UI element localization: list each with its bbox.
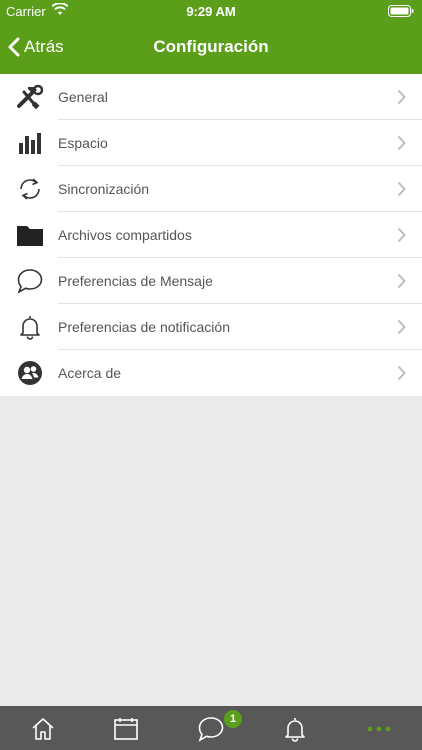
unread-badge: 1 [224,710,242,728]
tab-notifications[interactable] [280,714,310,744]
settings-item-general[interactable]: General [0,74,422,120]
tab-bar [0,706,422,750]
settings-item-label: Espacio [58,135,108,151]
navigation-header: Carrier 9:29 AM Atrás Configuración [0,0,422,74]
tab-home[interactable] [28,714,58,744]
settings-item-sync[interactable]: Sincronización [0,166,422,212]
settings-list: General Espacio Sincronización Archivos … [0,74,422,396]
settings-item-notification-preferences[interactable]: Preferencias de notificación [0,304,422,350]
chevron-right-icon [397,181,406,202]
chevron-right-icon [397,319,406,340]
settings-item-label: Acerca de [58,365,122,381]
bell-icon [16,314,44,340]
settings-item-storage[interactable]: Espacio [0,120,422,166]
page-title: Configuración [153,37,269,56]
tab-messages[interactable] [196,714,226,744]
chevron-right-icon [397,227,406,248]
chat-bubble-icon [16,268,44,294]
users-icon [16,360,44,386]
bar-chart-icon [16,130,44,156]
settings-item-shared-files[interactable]: Archivos compartidos [0,212,422,258]
settings-item-label: Sincronización [58,181,150,197]
tab-calendar[interactable] [111,714,141,744]
settings-item-about[interactable]: Acerca de [0,350,422,396]
chat-bubble-icon [198,717,224,742]
home-icon [32,718,54,740]
battery-icon [388,5,414,20]
settings-item-message-preferences[interactable]: Preferencias de Mensaje [0,258,422,304]
chevron-right-icon [397,365,406,386]
more-icon [367,726,391,732]
sync-icon [16,176,44,202]
tab-more[interactable] [364,714,394,744]
bell-icon [285,718,305,742]
settings-item-label: Preferencias de Mensaje [58,273,213,289]
status-bar: Carrier 9:29 AM [0,0,422,22]
chevron-right-icon [397,273,406,294]
settings-item-label: General [58,89,108,105]
chevron-right-icon [397,89,406,110]
settings-item-label: Preferencias de notificación [58,319,230,335]
chevron-right-icon [397,135,406,156]
folder-icon [16,222,44,248]
calendar-icon [114,718,138,740]
settings-item-label: Archivos compartidos [58,227,192,243]
status-time: 9:29 AM [186,4,236,19]
tools-icon [16,84,44,110]
